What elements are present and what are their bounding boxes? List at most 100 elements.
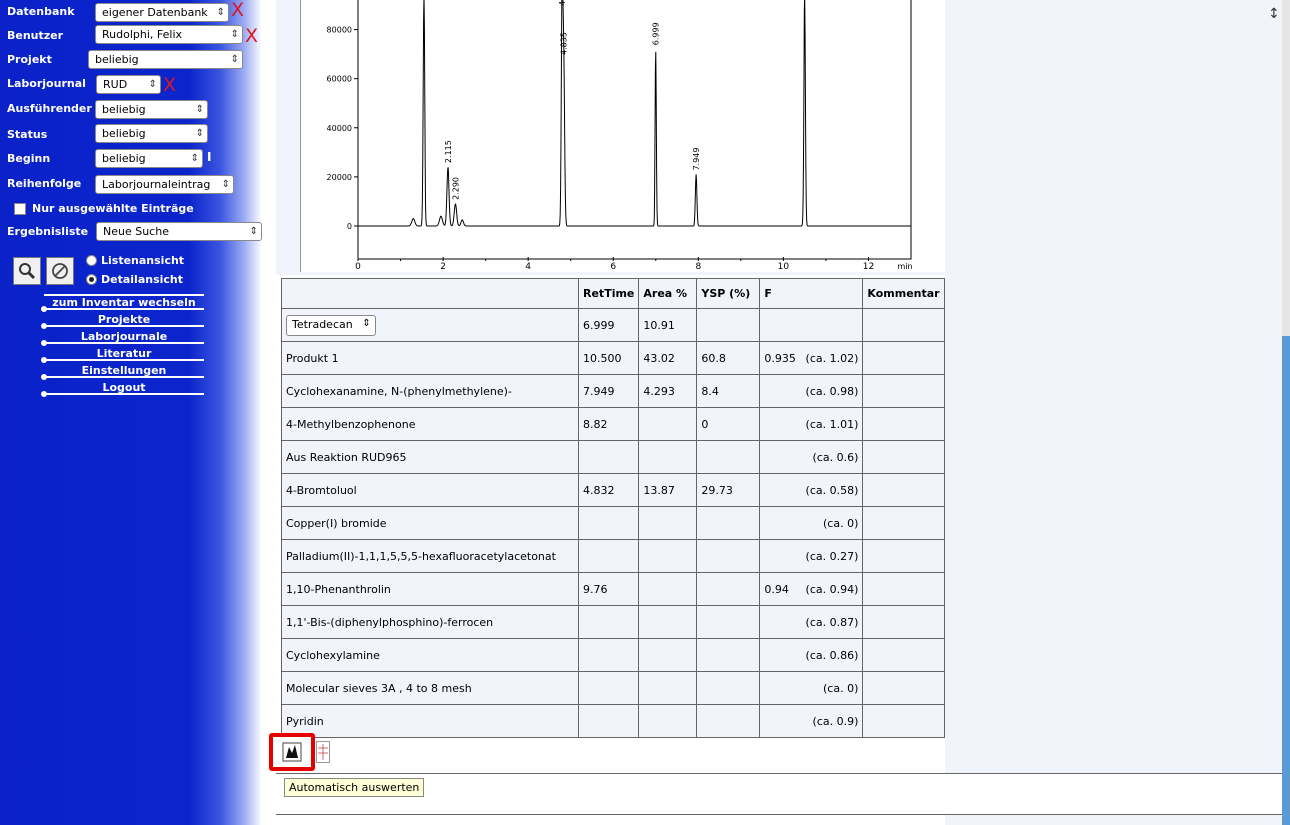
cell-f: (ca. 0.6) bbox=[759, 440, 864, 474]
grid-icon bbox=[318, 744, 328, 760]
cell-ysp bbox=[696, 704, 761, 738]
cell-name: 4-Bromtoluol bbox=[281, 473, 579, 507]
view-list-radio[interactable]: Listenansicht bbox=[86, 254, 184, 267]
clear-laborjournal-icon[interactable]: X bbox=[163, 76, 176, 95]
f-wrap: (ca. 0.87) bbox=[764, 616, 859, 629]
right-panel bbox=[945, 0, 1290, 825]
x-tick-label: 2 bbox=[440, 262, 446, 272]
standard-select[interactable]: Tetradecan ⇕ bbox=[286, 314, 376, 336]
nav-literatur[interactable]: Literatur bbox=[41, 345, 204, 363]
clear-datenbank-icon[interactable]: X bbox=[231, 1, 244, 20]
y-tick-label: 20000 bbox=[327, 173, 352, 182]
status-select[interactable]: beliebig ⇕ bbox=[95, 124, 208, 143]
table-row: Palladium(II)-1,1,1,5,5,5-hexafluoracety… bbox=[281, 539, 945, 573]
cell-ysp bbox=[696, 638, 761, 672]
cell-f: (ca. 0.58) bbox=[759, 473, 864, 507]
cell-f bbox=[759, 308, 864, 342]
field-status: Status bbox=[7, 127, 48, 141]
cell-kommentar bbox=[862, 506, 945, 540]
clear-benutzer-icon[interactable]: X bbox=[245, 27, 258, 46]
field-laborjournal: Laborjournal bbox=[7, 76, 86, 90]
cell-rettime bbox=[577, 638, 640, 672]
x-tick-label: 8 bbox=[695, 262, 701, 272]
view-detail-radio[interactable]: Detailansicht bbox=[86, 273, 183, 286]
header-area: Area % bbox=[638, 278, 698, 309]
chevron-updown-icon: ⇕ bbox=[362, 317, 371, 329]
cell-kommentar bbox=[862, 539, 945, 573]
result-table: RetTime Area % YSP (%) F Kommentar Tetra… bbox=[281, 278, 945, 738]
cell-name: Cyclohexanamine, N-(phenylmethylene)- bbox=[281, 374, 579, 408]
benutzer-select[interactable]: Rudolphi, Felix ⇕ bbox=[95, 25, 243, 44]
table-row: 1,10-Phenanthrolin 9.76 0.94 (ca. 0.94) bbox=[281, 572, 945, 606]
f-value: 0.94 bbox=[764, 582, 789, 596]
peak-label: 2.115 bbox=[444, 140, 453, 163]
datenbank-select[interactable]: eigener Datenbank ⇕ bbox=[95, 3, 229, 22]
only-selected-label: Nur ausgewählte Einträge bbox=[32, 202, 194, 215]
field-label: Datenbank bbox=[7, 4, 75, 18]
cell-kommentar bbox=[862, 341, 945, 375]
f-approx: (ca. 0.6) bbox=[812, 450, 859, 464]
cell-name: 1,10-Phenanthrolin bbox=[281, 572, 579, 606]
cell-rettime: 8.82 bbox=[577, 407, 640, 441]
f-approx: (ca. 0.94) bbox=[805, 582, 859, 596]
f-wrap: (ca. 0.27) bbox=[764, 550, 859, 563]
cell-f: (ca. 0.9) bbox=[759, 704, 864, 738]
table-row: Pyridin (ca. 0.9) bbox=[281, 704, 945, 738]
nav-inventar[interactable]: zum Inventar wechseln bbox=[41, 294, 204, 312]
f-approx: (ca. 0) bbox=[823, 681, 859, 695]
header-ysp: YSP (%) bbox=[696, 278, 761, 309]
auto-evaluate-button[interactable] bbox=[269, 733, 315, 771]
cell-rettime: 9.76 bbox=[577, 572, 640, 606]
table-row: Copper(I) bromide (ca. 0) bbox=[281, 506, 945, 540]
chevron-updown-icon: ⇕ bbox=[190, 153, 199, 164]
chromatogram-chart: 0 20000 40000 60000 80000 0 2 4 6 8 10 12 min 2.115 2.… bbox=[327, 0, 913, 272]
table-row: Molecular sieves 3A , 4 to 8 mesh (ca. 0) bbox=[281, 671, 945, 705]
beginn-select[interactable]: beliebig ⇕ bbox=[95, 149, 203, 168]
f-approx: (ca. 1.01) bbox=[805, 417, 859, 431]
projekt-select[interactable]: beliebig ⇕ bbox=[88, 50, 243, 69]
cell-kommentar bbox=[862, 473, 945, 507]
chevron-updown-icon: ⇕ bbox=[216, 7, 225, 18]
resize-icon[interactable]: ↕ bbox=[1268, 6, 1280, 22]
cell-kommentar bbox=[862, 671, 945, 705]
only-selected-checkbox[interactable] bbox=[14, 202, 26, 215]
x-axis-label: min bbox=[897, 262, 912, 271]
ausfuehrender-select[interactable]: beliebig ⇕ bbox=[95, 100, 208, 119]
laborjournal-select[interactable]: RUD ⇕ bbox=[96, 75, 161, 94]
plot-frame bbox=[357, 0, 912, 260]
peak-label: 2.290 bbox=[451, 177, 460, 200]
cell-kommentar bbox=[862, 605, 945, 639]
cell-rettime bbox=[577, 440, 640, 474]
nav-laborjournale[interactable]: Laborjournale bbox=[41, 328, 204, 346]
header-rettime: RetTime bbox=[577, 278, 640, 309]
f-wrap: (ca. 0) bbox=[764, 682, 858, 695]
cell-name: Aus Reaktion RUD965 bbox=[281, 440, 579, 474]
field-ergebnisliste: Ergebnisliste bbox=[7, 224, 89, 238]
nav-logout[interactable]: Logout bbox=[41, 379, 204, 397]
chevron-updown-icon: ⇕ bbox=[195, 104, 204, 115]
ergebnisliste-select[interactable]: Neue Suche ⇕ bbox=[96, 222, 262, 241]
cell-kommentar bbox=[862, 638, 945, 672]
table-row: 4-Methylbenzophenone 8.82 0 (ca. 1.01) bbox=[281, 407, 945, 441]
reihenfolge-select[interactable]: Laborjournaleintrag ⇕ bbox=[95, 175, 234, 194]
search-button[interactable] bbox=[13, 257, 41, 285]
table-icon-button[interactable] bbox=[316, 741, 330, 763]
f-wrap: (ca. 0.86) bbox=[764, 649, 859, 662]
table-row: 1,1'-Bis-(diphenylphosphino)-ferrocen (ca… bbox=[281, 605, 945, 639]
nav-einstellungen[interactable]: Einstellungen bbox=[41, 362, 204, 380]
cell-area bbox=[638, 506, 698, 540]
scrollbar-thumb[interactable] bbox=[1282, 336, 1290, 825]
reset-button[interactable] bbox=[46, 257, 74, 285]
cell-f: (ca. 0.27) bbox=[759, 539, 864, 573]
chromatogram-trace bbox=[358, 0, 911, 227]
cell-name: 4-Methylbenzophenone bbox=[281, 407, 579, 441]
cell-ysp bbox=[696, 671, 761, 705]
x-tick-label: 6 bbox=[610, 262, 616, 272]
cell-rettime bbox=[577, 506, 640, 540]
cell-name: Copper(I) bromide bbox=[281, 506, 579, 540]
table-row: 4-Bromtoluol 4.832 13.87 29.73 (ca. 0.58) bbox=[281, 473, 945, 507]
chevron-updown-icon: ⇕ bbox=[148, 79, 157, 90]
nav-projekte[interactable]: Projekte bbox=[41, 311, 204, 329]
cell-rettime bbox=[577, 605, 640, 639]
chevron-updown-icon: ⇕ bbox=[249, 226, 258, 237]
